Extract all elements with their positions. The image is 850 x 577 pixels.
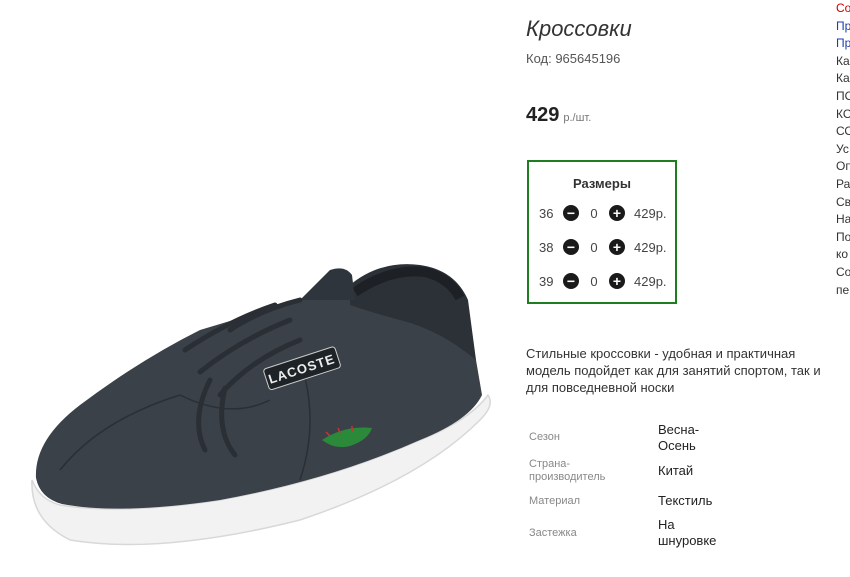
attribute-value-material: Текстиль <box>658 493 713 508</box>
size-price: 429р. <box>634 240 667 255</box>
sidebar-link[interactable]: Пр <box>836 18 850 36</box>
sidebar-link[interactable]: Со <box>836 0 850 18</box>
price-value: 429 <box>526 104 560 126</box>
attribute-label-fastener: Застежка <box>529 527 577 539</box>
sidebar-link[interactable]: По <box>836 229 850 247</box>
sidebar-link[interactable]: Ка <box>836 70 850 88</box>
sidebar-link[interactable]: Со <box>836 264 850 282</box>
sidebar-link[interactable]: пе <box>836 282 850 300</box>
sidebar-link[interactable]: Св <box>836 194 850 212</box>
quantity-value: 0 <box>590 240 598 255</box>
attribute-label-material: Материал <box>529 495 580 507</box>
product-code: Код: 965645196 <box>526 51 621 66</box>
attribute-value-fastener: На шнуровке <box>658 517 717 548</box>
sizes-panel: Размеры 36 − 0 + 429р. 38 − 0 + 429р. 39… <box>527 160 677 304</box>
size-value: 38 <box>539 240 554 255</box>
sidebar-link[interactable]: На <box>836 211 850 229</box>
increase-quantity-button[interactable]: + <box>609 273 625 289</box>
size-price: 429р. <box>634 206 667 221</box>
product-title: Кроссовки <box>526 16 632 41</box>
attribute-value-season: Весна- Осень <box>658 422 700 453</box>
attribute-label-country: Страна- производитель <box>529 458 606 483</box>
product-description: Стильные кроссовки - удобная и практична… <box>526 346 821 395</box>
sidebar-link[interactable]: Пр <box>836 35 850 53</box>
sidebar-link[interactable]: Ка <box>836 53 850 71</box>
decrease-quantity-button[interactable]: − <box>563 239 579 255</box>
sidebar-link[interactable]: Ус <box>836 141 850 159</box>
sidebar-link[interactable]: КО <box>836 106 850 124</box>
sidebar-link[interactable]: Оп <box>836 158 850 176</box>
attribute-label-season: Сезон <box>529 431 560 443</box>
shoe-tongue <box>300 268 355 300</box>
quantity-value: 0 <box>590 206 598 221</box>
size-price: 429р. <box>634 274 667 289</box>
decrease-quantity-button[interactable]: − <box>563 273 579 289</box>
sidebar-link[interactable]: ко <box>836 246 850 264</box>
size-value: 39 <box>539 274 554 289</box>
sidebar-link[interactable]: ПО <box>836 88 850 106</box>
price-unit: р./шт. <box>563 112 592 124</box>
sizes-title: Размеры <box>573 176 631 191</box>
size-value: 36 <box>539 206 554 221</box>
increase-quantity-button[interactable]: + <box>609 239 625 255</box>
decrease-quantity-button[interactable]: − <box>563 205 579 221</box>
price: 429 р./шт. <box>526 104 591 127</box>
sidebar-link[interactable]: Ра <box>836 176 850 194</box>
quantity-value: 0 <box>590 274 598 289</box>
shoe-upper <box>35 295 483 509</box>
increase-quantity-button[interactable]: + <box>609 205 625 221</box>
attribute-value-country: Китай <box>658 463 694 478</box>
product-image[interactable]: LACOSTE <box>0 0 510 572</box>
sidebar-link[interactable]: СО <box>836 123 850 141</box>
right-sidebar-cropped: Со Пр Пр Ка Ка ПО КО СО Ус Оп Ра Св На По ко Со пе <box>836 0 850 299</box>
